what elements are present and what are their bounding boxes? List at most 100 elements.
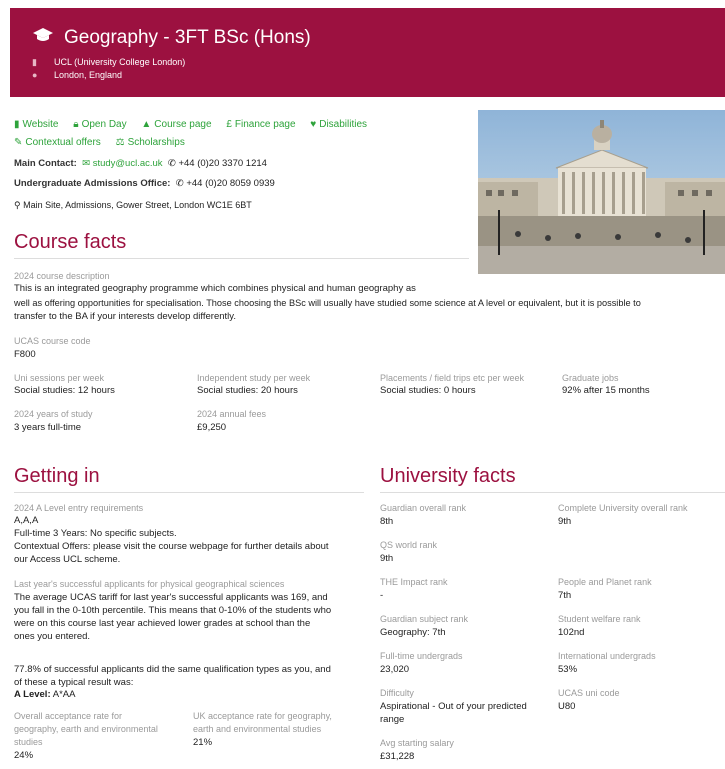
international-undergrads-value: 53%	[558, 664, 578, 675]
building-icon: ▮	[32, 57, 37, 67]
course-description-line-2: well as offering opportunities for speci…	[14, 298, 641, 308]
student-welfare-rank-value: 102nd	[558, 627, 585, 638]
website-link[interactable]: ▮ Website	[14, 119, 58, 130]
uk-acceptance-label-1: UK acceptance rate for geography,	[193, 711, 332, 721]
international-undergrads-label: International undergrads	[558, 651, 656, 661]
pound-icon: £	[226, 119, 232, 130]
full-time-undergrads-value: 23,020	[380, 664, 410, 675]
scales-icon: ⚖	[115, 137, 125, 148]
main-contact-email[interactable]: study@ucl.ac.uk	[93, 158, 163, 169]
entry-requirements-label: 2024 A Level entry requirements	[14, 503, 144, 513]
university-facts-heading: University facts	[380, 465, 725, 493]
complete-uni-rank-value: 9th	[558, 516, 572, 527]
avg-salary-label: Avg starting salary	[380, 738, 454, 748]
last-year-line-4: ones you entered.	[14, 631, 91, 642]
map-pin-icon: ⚲	[14, 200, 21, 210]
last-year-line-3: were on this course last year achieved l…	[14, 618, 311, 629]
course-title: Geography - 3FT BSc (Hons)	[64, 27, 311, 49]
graduate-jobs-label: Graduate jobs	[562, 373, 619, 383]
people-planet-rank-label: People and Planet rank	[558, 577, 652, 587]
graduation-cap-icon	[32, 27, 56, 49]
email-icon: ✉	[82, 158, 91, 169]
student-welfare-rank-label: Student welfare rank	[558, 614, 641, 624]
last-year-line-2: you fall in the 0-10th percentile. This …	[14, 605, 332, 616]
overall-acceptance-label-3: studies	[14, 737, 43, 747]
disabilities-link[interactable]: ♥ Disabilities	[310, 119, 367, 130]
uni-sessions-value: Social studies: 12 hours	[14, 385, 115, 396]
uk-acceptance-label-2: earth and environmental studies	[193, 724, 322, 734]
avg-salary-value: £31,228	[380, 751, 415, 762]
course-description-label: 2024 course description	[14, 271, 110, 281]
admissions-label: Undergraduate Admissions Office:	[14, 178, 171, 189]
course-description-line-3: transfer to the BA if your interests dev…	[14, 311, 236, 322]
annual-fees-value: £9,250	[197, 422, 227, 433]
lock-icon: 🔒︎	[73, 119, 79, 130]
people-planet-rank-value: 7th	[558, 590, 572, 601]
main-contact-label: Main Contact:	[14, 158, 77, 169]
finance-page-link[interactable]: £ Finance page	[226, 119, 295, 130]
guardian-rank-value: 8th	[380, 516, 394, 527]
the-impact-rank-label: THE Impact rank	[380, 577, 448, 587]
typical-result: A Level: A*AA	[14, 689, 75, 700]
campus-photo	[478, 110, 725, 274]
the-impact-rank-value: -	[380, 590, 384, 601]
qualification-line-1: 77.8% of successful applicants did the s…	[14, 664, 331, 675]
scholarships-link[interactable]: ⚖ Scholarships	[116, 137, 185, 148]
bookmark-icon: ▮	[14, 119, 20, 130]
annual-fees-label: 2024 annual fees	[197, 409, 267, 419]
independent-study-label: Independent study per week	[197, 373, 311, 383]
course-title-row: Geography - 3FT BSc (Hons)	[32, 27, 311, 49]
phone-icon: ✆	[167, 158, 176, 169]
pencil-icon: ✎	[14, 137, 23, 148]
phone-icon: ✆	[175, 178, 184, 189]
guardian-rank-label: Guardian overall rank	[380, 503, 467, 513]
overall-acceptance-label-1: Overall acceptance rate for	[14, 711, 123, 721]
entry-requirements-line-4: our Access UCL scheme.	[14, 554, 121, 565]
ucas-course-code-label: UCAS course code	[14, 336, 91, 346]
ucas-uni-code-value: U80	[558, 701, 576, 712]
course-description-line-1: This is an integrated geography programm…	[14, 283, 416, 294]
graduate-jobs-value: 92% after 15 months	[562, 385, 650, 396]
location-row: ● London, England	[32, 70, 122, 80]
overall-acceptance-label-2: geography, earth and environmental	[14, 724, 158, 734]
admissions-row: Undergraduate Admissions Office: ✆ +44 (…	[14, 178, 275, 189]
open-day-link[interactable]: 🔒︎ Open Day	[73, 119, 126, 130]
placements-value: Social studies: 0 hours	[380, 385, 476, 396]
years-of-study-label: 2024 years of study	[14, 409, 93, 419]
university-row: ▮ UCL (University College London)	[32, 57, 185, 68]
difficulty-label: Difficulty	[380, 688, 414, 698]
independent-study-value: Social studies: 20 hours	[197, 385, 298, 396]
contextual-offers-link[interactable]: ✎ Contextual offers	[14, 137, 101, 148]
ucas-course-code: F800	[14, 349, 36, 360]
globe-icon: ●	[32, 70, 38, 80]
full-time-undergrads-label: Full-time undergrads	[380, 651, 463, 661]
typical-result-label: A Level:	[14, 689, 51, 700]
entry-requirements-line-3: Contextual Offers: please visit the cour…	[14, 541, 329, 552]
entry-requirements-line-2: Full-time 3 Years: No specific subjects.	[14, 528, 177, 539]
years-of-study-value: 3 years full-time	[14, 422, 82, 433]
overall-acceptance-value: 24%	[14, 750, 34, 761]
university-name: UCL (University College London)	[54, 57, 186, 67]
main-contact-phone[interactable]: +44 (0)20 3370 1214	[178, 158, 266, 169]
course-facts-heading: Course facts	[14, 231, 469, 259]
qs-rank-label: QS world rank	[380, 540, 438, 550]
last-year-applicants-label: Last year's successful applicants for ph…	[14, 579, 285, 589]
guardian-subject-rank-label: Guardian subject rank	[380, 614, 469, 624]
ucas-uni-code-label: UCAS uni code	[558, 688, 620, 698]
uni-sessions-label: Uni sessions per week	[14, 373, 105, 383]
uk-acceptance-value: 21%	[193, 737, 213, 748]
course-links: ▮ Website 🔒︎ Open Day ▲ Course page £ Financ…	[14, 116, 474, 152]
complete-uni-rank-label: Complete University overall rank	[558, 503, 688, 513]
entry-requirements-value: A,A,A	[14, 515, 39, 526]
getting-in-heading: Getting in	[14, 465, 364, 493]
admissions-phone[interactable]: +44 (0)20 8059 0939	[186, 178, 274, 189]
heart-icon: ♥	[310, 119, 317, 130]
difficulty-value-line-1: Aspirational - Out of your predicted	[380, 701, 527, 712]
typical-result-value: A*AA	[52, 689, 76, 700]
course-page-link[interactable]: ▲ Course page	[141, 119, 211, 130]
address-row: ⚲ Main Site, Admissions, Gower Street, L…	[14, 200, 252, 211]
address: Main Site, Admissions, Gower Street, Lon…	[23, 200, 252, 210]
qualification-line-2: of these a typical result was:	[14, 677, 134, 688]
graduation-cap-icon: ▲	[141, 119, 152, 130]
placements-label: Placements / field trips etc per week	[380, 373, 525, 383]
